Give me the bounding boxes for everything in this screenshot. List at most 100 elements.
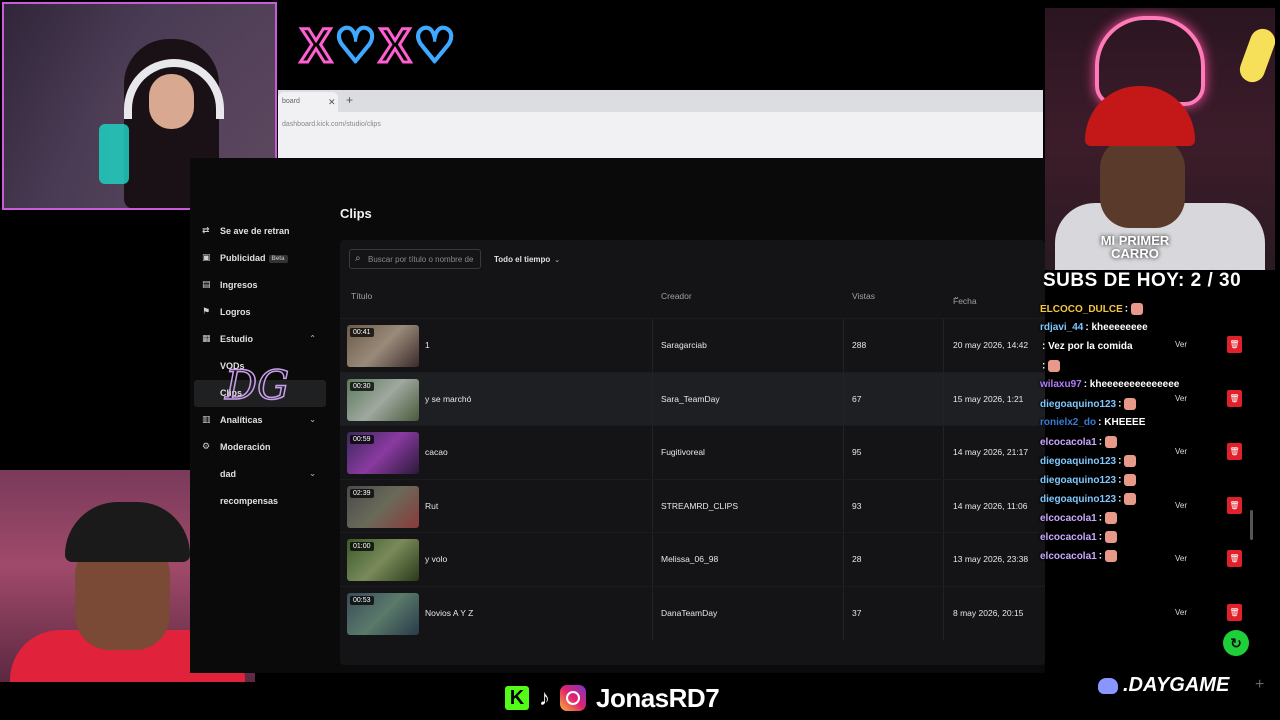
col-date-label: Fecha xyxy=(953,296,977,306)
search-input[interactable]: ⌕ Buscar por título o nombre de xyxy=(349,249,481,269)
kick-dashboard: ⇄ Se ave de retran ▣ Publicidad Beta ▤ Ingreso… xyxy=(190,158,1045,673)
chat-text: : xyxy=(1118,493,1122,505)
search-icon: ⌕ xyxy=(355,253,361,264)
chat-message: wilaxu97: kheeeeeeeeeeeeee xyxy=(1040,379,1240,398)
sidebar-item-9[interactable]: dad ⌄ xyxy=(190,461,330,488)
clip-title: y se marchó xyxy=(425,393,472,404)
delete-icon[interactable]: 🗑 xyxy=(1227,604,1242,621)
sidebar-item-label: recompensas xyxy=(220,496,279,506)
page-title: Clips xyxy=(340,206,372,221)
sidebar-item-3[interactable]: ⚑ Logros xyxy=(190,299,330,326)
chat-message: elcocacola1: xyxy=(1040,531,1240,550)
clip-title: 1 xyxy=(425,340,430,350)
table-row[interactable]: 00:30 y se marchó Sara_TeamDay 67 15 may 202… xyxy=(340,371,1045,426)
browser-window: board ✕ + dashboard.kick.com/studio/clip… xyxy=(278,90,1043,158)
clip-duration: 00:53 xyxy=(350,595,374,605)
sidebar-icon: ▥ xyxy=(202,414,211,424)
clip-thumbnail[interactable]: 02:39 xyxy=(347,485,419,528)
chat-text: : kheeeeeeeeeeeeee xyxy=(1083,379,1180,390)
kick-icon: K xyxy=(505,686,529,710)
clip-thumbnail[interactable]: 00:53 xyxy=(347,592,419,635)
chat-username: diegoaquino123 xyxy=(1040,455,1117,467)
search-placeholder: Buscar por título o nombre de xyxy=(368,255,474,264)
clip-views: 67 xyxy=(852,393,862,404)
time-filter-dropdown[interactable]: Todo el tiempo ⌄ xyxy=(490,249,564,269)
instagram-icon xyxy=(560,685,586,711)
clip-views: 288 xyxy=(852,340,867,350)
sidebar-icon: ▤ xyxy=(202,279,211,289)
emote-icon xyxy=(1124,493,1137,505)
sidebar-item-0[interactable]: ⇄ Se ave de retran xyxy=(190,218,330,245)
table-row[interactable]: 01:00 y volo Melissa_06_98 28 13 may 2026, 2… xyxy=(340,532,1045,586)
chat-username: ronielx2_do xyxy=(1040,417,1097,428)
table-row[interactable]: 00:53 Novios A Y Z DanaTeamDay 37 8 may 2026… xyxy=(340,585,1045,640)
chat-message: ELCOCO_DULCE: xyxy=(1040,303,1240,322)
emote-icon xyxy=(1105,512,1118,524)
col-views[interactable]: Vistas xyxy=(852,291,875,301)
clip-thumbnail[interactable]: 01:00 xyxy=(347,539,419,582)
col-date[interactable]: Fecha ⌄ xyxy=(953,291,977,306)
col-creator[interactable]: Creador xyxy=(661,291,692,301)
table-header: Título Creador Vistas Fecha ⌄ xyxy=(340,286,1045,306)
sidebar-item-7[interactable]: ▥ Analíticas ⌄ xyxy=(190,407,330,434)
scrollbar[interactable] xyxy=(1250,510,1253,540)
chat-text: : xyxy=(1042,360,1046,372)
clips-table: 00:41 1 Saragarciab 288 20 may 2026, 14:42 00… xyxy=(340,318,1045,640)
url-bar[interactable]: dashboard.kick.com/studio/clips xyxy=(278,116,1038,134)
refresh-icon[interactable]: ↻ xyxy=(1223,630,1249,656)
chat-username: diegoaquino123 xyxy=(1040,474,1117,486)
clip-title: y volo xyxy=(425,554,448,565)
browser-tab[interactable]: board ✕ xyxy=(278,92,338,112)
clip-date: 15 may 2026, 1:21 xyxy=(953,393,1024,404)
clip-creator: STREAMRD_CLIPS xyxy=(661,500,738,511)
sidebar-item-label: Se ave de retran xyxy=(220,226,290,236)
clip-title: Rut xyxy=(425,500,439,511)
table-row[interactable]: 02:39 Rut STREAMRD_CLIPS 93 14 may 2026, 11:… xyxy=(340,478,1045,533)
chevron-down-icon: ⌄ xyxy=(309,469,316,478)
sidebar-item-label: Analíticas xyxy=(220,415,263,425)
chat-message: elcocacola1: xyxy=(1040,550,1240,569)
table-row[interactable]: 00:41 1 Saragarciab 288 20 may 2026, 14:42 xyxy=(340,318,1045,372)
chat-username: elcocacola1 xyxy=(1040,436,1097,448)
subs-counter: SUBS DE HOY: 2 / 30 xyxy=(1043,270,1242,291)
chevron-down-icon: ⌄ xyxy=(554,257,561,264)
discord-name: .DAYGAME xyxy=(1123,674,1230,696)
chat-message: diegoaquino123: xyxy=(1040,398,1240,417)
sidebar-item-4[interactable]: ▦ Estudio ⌃ xyxy=(190,326,330,353)
new-tab-icon[interactable]: + xyxy=(346,93,353,107)
table-row[interactable]: 00:59 cacao Fugitivoreal 95 14 may 2026, 21:… xyxy=(340,425,1045,479)
cam-badge-text: MI PRIMER CARRO xyxy=(1100,233,1170,261)
view-button[interactable]: Ver xyxy=(1175,608,1187,617)
chat-username: diegoaquino123 xyxy=(1040,398,1117,410)
clip-views: 95 xyxy=(852,447,862,458)
emote-icon xyxy=(1105,550,1118,562)
clip-thumbnail[interactable]: 00:59 xyxy=(347,432,419,475)
clip-duration: 00:59 xyxy=(350,435,374,445)
chat-message: diegoaquino123: xyxy=(1040,455,1240,474)
chat-username: elcocacola1 xyxy=(1040,512,1097,524)
sidebar-item-label: Logros xyxy=(220,307,251,317)
sidebar-item-label: Estudio xyxy=(220,334,253,344)
monogram-logo: DG xyxy=(224,362,290,410)
clip-views: 93 xyxy=(852,500,862,511)
chevron-up-icon: ⌃ xyxy=(309,334,316,343)
close-icon[interactable]: ✕ xyxy=(328,97,336,108)
sidebar-item-10[interactable]: recompensas xyxy=(190,488,330,515)
sidebar-item-8[interactable]: ⚙ Moderación xyxy=(190,434,330,461)
clip-date: 14 may 2026, 11:06 xyxy=(953,500,1028,511)
chat-username: elcocacola1 xyxy=(1040,550,1097,562)
clip-creator: DanaTeamDay xyxy=(661,607,718,618)
clip-date: 20 may 2026, 14:42 xyxy=(953,340,1029,350)
sidebar-item-2[interactable]: ▤ Ingresos xyxy=(190,272,330,299)
col-title[interactable]: Título xyxy=(351,291,372,301)
chat-text: : xyxy=(1098,436,1103,448)
chat-text: : Vez por la comida xyxy=(1042,341,1133,352)
clip-creator: Fugitivoreal xyxy=(661,447,705,458)
chat-message: : xyxy=(1040,360,1240,379)
sidebar-item-label: Moderación xyxy=(220,442,271,452)
clip-thumbnail[interactable]: 00:30 xyxy=(347,378,419,421)
chat-text: : xyxy=(1118,474,1122,486)
xoxo-x-2: X xyxy=(378,19,414,75)
clip-thumbnail[interactable]: 00:41 xyxy=(347,325,419,367)
sidebar-item-1[interactable]: ▣ Publicidad Beta xyxy=(190,245,330,272)
